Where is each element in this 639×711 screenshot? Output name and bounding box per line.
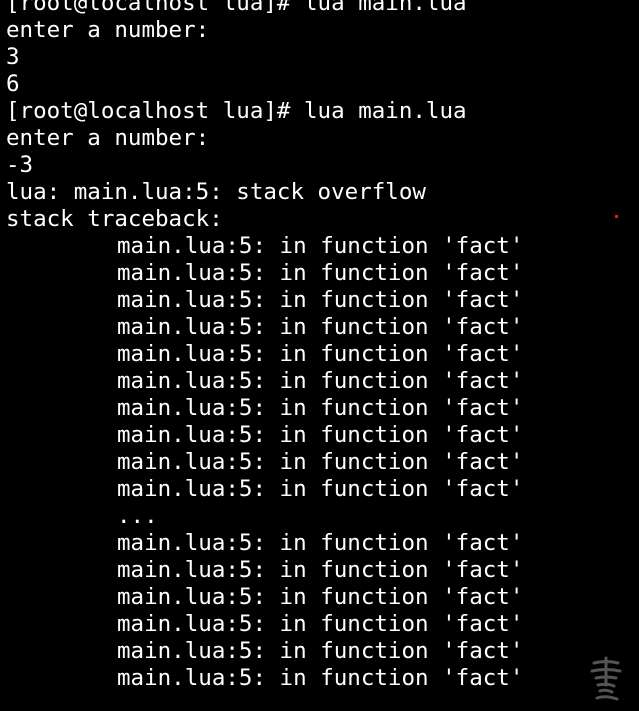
terminal-line: main.lua:5: in function 'fact' [117, 395, 524, 421]
terminal-line: 6 [6, 71, 20, 97]
terminal-window[interactable]: [root@localhost lua]# lua main.lua enter … [0, 0, 639, 711]
terminal-line: main.lua:5: in function 'fact' [117, 260, 524, 286]
red-dot-marker [615, 215, 618, 218]
terminal-line: main.lua:5: in function 'fact' [117, 368, 524, 394]
terminal-line: enter a number: [6, 17, 210, 43]
terminal-line: [root@localhost lua]# lua main.lua [6, 98, 467, 124]
terminal-line: main.lua:5: in function 'fact' [117, 638, 524, 664]
terminal-line: lua: main.lua:5: stack overflow [6, 179, 426, 205]
terminal-line: main.lua:5: in function 'fact' [117, 314, 524, 340]
calligraphy-watermark-icon [586, 655, 626, 703]
terminal-line: main.lua:5: in function 'fact' [117, 530, 524, 556]
terminal-line: ... [117, 503, 158, 529]
terminal-line: main.lua:5: in function 'fact' [117, 341, 524, 367]
terminal-line: main.lua:5: in function 'fact' [117, 665, 524, 691]
terminal-line: main.lua:5: in function 'fact' [117, 476, 524, 502]
terminal-line: main.lua:5: in function 'fact' [117, 557, 524, 583]
terminal-line: -3 [6, 152, 34, 178]
terminal-line: main.lua:5: in function 'fact' [117, 611, 524, 637]
terminal-line: main.lua:5: in function 'fact' [117, 422, 524, 448]
terminal-line: 3 [6, 44, 20, 70]
terminal-line: [root@localhost lua]# lua main.lua [6, 0, 467, 16]
terminal-line: main.lua:5: in function 'fact' [117, 449, 524, 475]
terminal-line: stack traceback: [6, 206, 223, 232]
terminal-line: main.lua:5: in function 'fact' [117, 584, 524, 610]
terminal-output: [root@localhost lua]# lua main.lua enter … [6, 0, 636, 692]
terminal-line: enter a number: [6, 125, 210, 151]
terminal-line: main.lua:5: in function 'fact' [117, 287, 524, 313]
terminal-line: main.lua:5: in function 'fact' [117, 233, 524, 259]
